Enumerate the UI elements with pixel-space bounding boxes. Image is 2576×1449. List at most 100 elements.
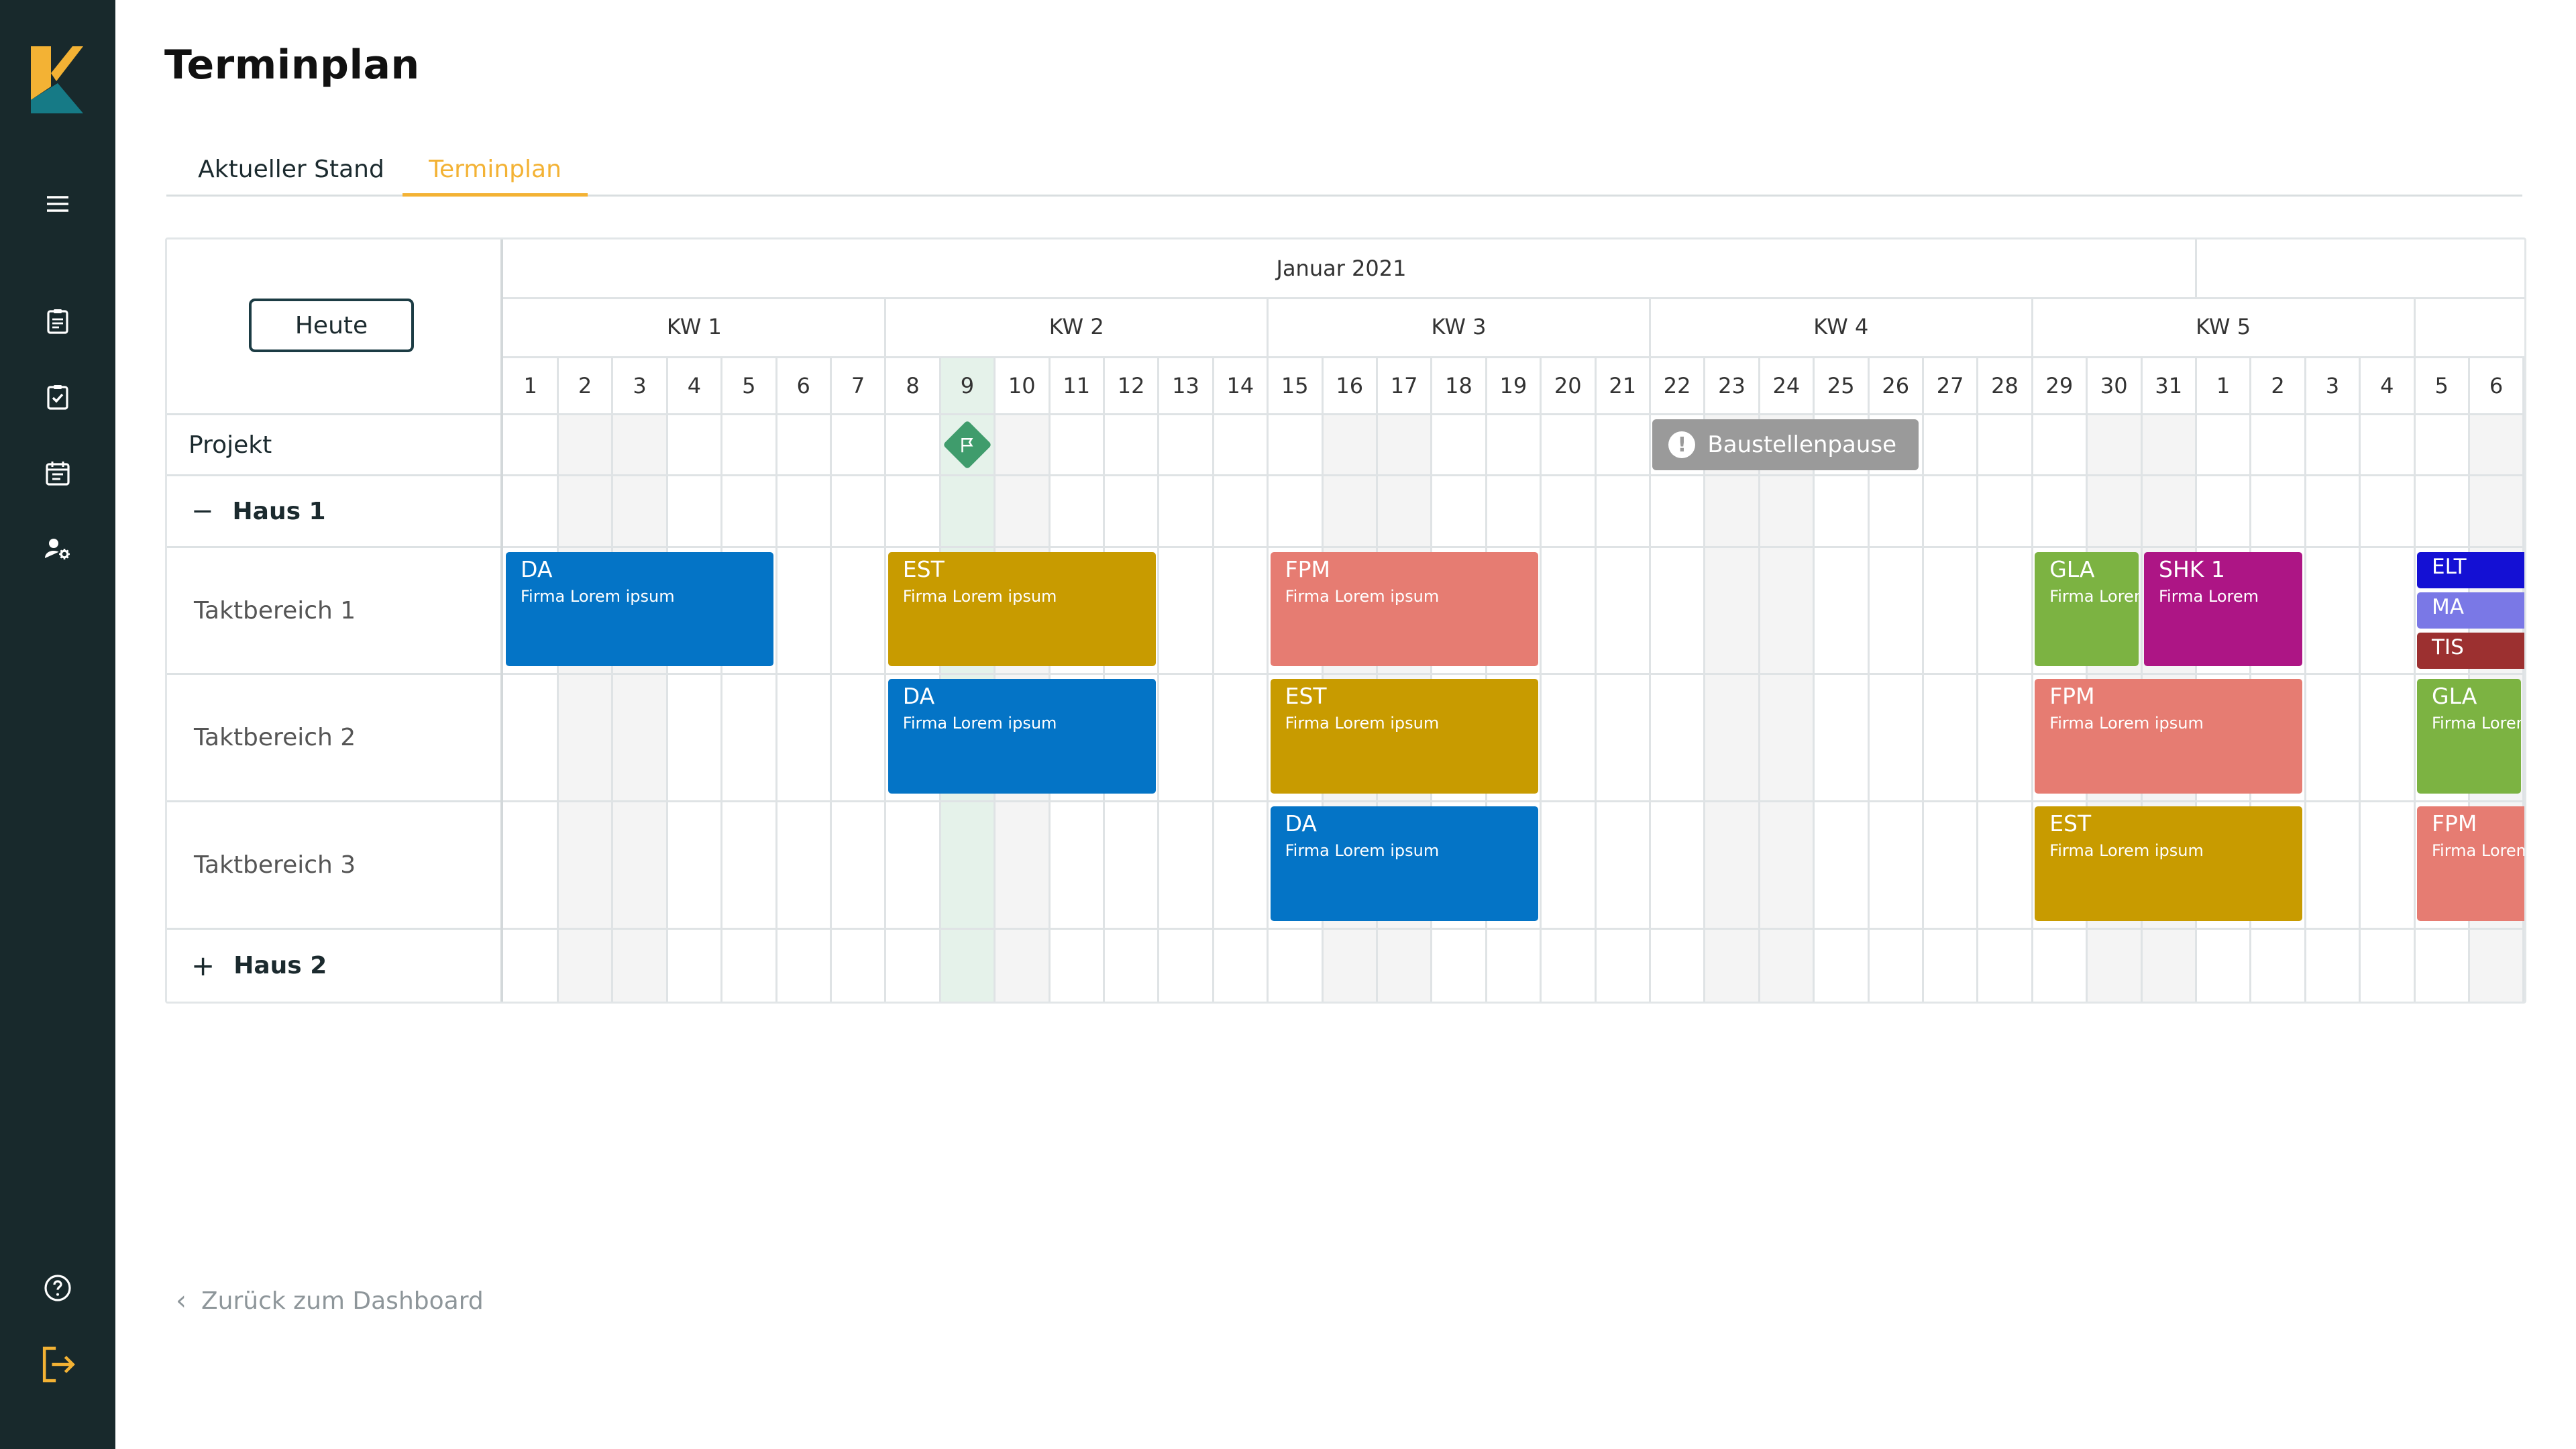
task-bar[interactable]: DA Firma Lorem ipsum: [888, 679, 1156, 794]
day-label: 27: [1936, 373, 1964, 398]
task-bar[interactable]: GLA Firma Lorem ipsum: [2417, 679, 2521, 794]
day-label: 10: [1008, 373, 1036, 398]
day-label: 24: [1772, 373, 1801, 398]
task-firm: Firma Lorem ipsum: [2049, 587, 2139, 606]
day-divider: [1921, 356, 1924, 1002]
expand-icon[interactable]: +: [191, 949, 215, 982]
task-bar[interactable]: TISFirma: [2417, 633, 2524, 669]
day-label: 23: [1718, 373, 1746, 398]
week-label: KW 5: [2196, 314, 2251, 339]
day-label: 3: [633, 373, 647, 398]
day-label: 25: [1827, 373, 1855, 398]
day-label: 15: [1281, 373, 1309, 398]
page-title: Terminplan: [164, 42, 420, 89]
task-name: EST: [1285, 683, 1327, 709]
task-bar[interactable]: DA Firma Lorem ipsum: [506, 552, 773, 666]
month-label: Januar 2021: [1276, 256, 1407, 281]
grid-hline: [503, 546, 2524, 548]
task-bar[interactable]: EST Firma Lorem ipsum: [2035, 806, 2303, 921]
day-label: 20: [1554, 373, 1582, 398]
task-name: DA: [1285, 810, 1317, 837]
menu-icon[interactable]: [39, 185, 76, 223]
task-firm: Firma Lorem ipsum: [902, 587, 1057, 606]
day-divider: [1267, 356, 1269, 1002]
task-firm: Firma Lorem ipsum: [2432, 841, 2524, 860]
task-bar[interactable]: MAFirma: [2417, 592, 2524, 629]
row-haus-2[interactable]: + Haus 2: [167, 930, 500, 1001]
day-label: 2: [2271, 373, 2285, 398]
tab-aktueller-stand[interactable]: Aktueller Stand: [191, 156, 392, 195]
task-firm: Firma Lorem: [2159, 587, 2259, 606]
day-label: 5: [742, 373, 756, 398]
gantt-row-labels: Heute Projekt − Haus 1 Taktbereich 1 Tak…: [167, 239, 503, 1002]
help-icon[interactable]: [39, 1269, 76, 1307]
day-divider: [1540, 356, 1542, 1002]
day-label: 3: [2325, 373, 2340, 398]
task-bar[interactable]: FPM Firma Lorem ipsum: [1270, 552, 1538, 666]
day-label: 1: [523, 373, 537, 398]
day-label: 2: [578, 373, 592, 398]
day-label: 31: [2155, 373, 2183, 398]
task-bar[interactable]: EST Firma Lorem ipsum: [888, 552, 1156, 666]
area-label: Taktbereich 2: [194, 723, 356, 751]
row-project: Projekt: [167, 415, 500, 474]
row-taktbereich-1: Taktbereich 1: [167, 548, 500, 673]
row-taktbereich-3: Taktbereich 3: [167, 802, 500, 927]
day-label: 7: [851, 373, 865, 398]
clipboard-icon[interactable]: [39, 302, 76, 339]
day-label: 1: [2216, 373, 2231, 398]
tab-terminplan[interactable]: Terminplan: [402, 156, 588, 195]
weekend-column: [1759, 415, 1814, 1002]
day-label: 11: [1063, 373, 1091, 398]
task-bar[interactable]: EST Firma Lorem ipsum: [1270, 679, 1538, 794]
task-firm: Firma Lorem ipsum: [902, 714, 1057, 733]
back-label: Zurück zum Dashboard: [201, 1287, 484, 1315]
task-name: EST: [902, 556, 945, 582]
gantt-chart: Heute Projekt − Haus 1 Taktbereich 1 Tak…: [165, 237, 2526, 1004]
checklist-icon[interactable]: [39, 378, 76, 415]
day-label: 28: [1991, 373, 2019, 398]
task-bar[interactable]: GLA Firma Lorem ipsum: [2035, 552, 2139, 666]
user-settings-icon[interactable]: [39, 530, 76, 568]
day-label: 4: [2380, 373, 2394, 398]
collapse-icon[interactable]: −: [191, 496, 214, 527]
week-divider: [884, 297, 887, 356]
day-divider: [1648, 356, 1651, 1002]
month-divider: [2194, 239, 2197, 297]
day-label: 19: [1499, 373, 1527, 398]
day-divider: [720, 356, 723, 1002]
calendar-icon[interactable]: [39, 454, 76, 492]
task-bar[interactable]: ELTFirma: [2417, 552, 2524, 588]
day-label: 6: [796, 373, 810, 398]
task-name: SHK 1: [2159, 556, 2225, 582]
day-label: 6: [2489, 373, 2504, 398]
task-name: GLA: [2432, 683, 2477, 709]
task-name: EST: [2049, 810, 2092, 837]
site-pause-bar[interactable]: ! Baustellenpause: [1652, 419, 1919, 470]
task-bar[interactable]: SHK 1 Firma Lorem: [2144, 552, 2303, 666]
task-bar[interactable]: FPM Firma Lorem ipsum: [2035, 679, 2303, 794]
grid-hline: [503, 673, 2524, 675]
task-name: MA: [2432, 595, 2464, 619]
task-name: FPM: [2432, 810, 2477, 837]
week-label: KW 4: [1813, 314, 1869, 339]
task-name: DA: [902, 683, 935, 709]
day-divider: [665, 356, 668, 1002]
row-taktbereich-2: Taktbereich 2: [167, 675, 500, 800]
weekend-column: [557, 415, 612, 1002]
day-divider: [1212, 356, 1214, 1002]
task-bar[interactable]: FPM Firma Lorem ipsum: [2417, 806, 2524, 921]
app-logo[interactable]: [31, 46, 83, 113]
logout-icon[interactable]: [34, 1340, 82, 1389]
day-label: 22: [1663, 373, 1691, 398]
chevron-left-icon: ‹: [176, 1285, 186, 1316]
today-button[interactable]: Heute: [249, 299, 414, 352]
back-to-dashboard-link[interactable]: ‹ Zurück zum Dashboard: [176, 1285, 484, 1316]
grid-hline: [503, 413, 2524, 415]
day-label: 21: [1609, 373, 1637, 398]
grid-hline: [503, 928, 2524, 930]
row-haus-1[interactable]: − Haus 1: [167, 476, 500, 546]
day-label: 5: [2434, 373, 2449, 398]
task-bar[interactable]: DA Firma Lorem ipsum: [1270, 806, 1538, 921]
grid-hline: [503, 297, 2524, 299]
